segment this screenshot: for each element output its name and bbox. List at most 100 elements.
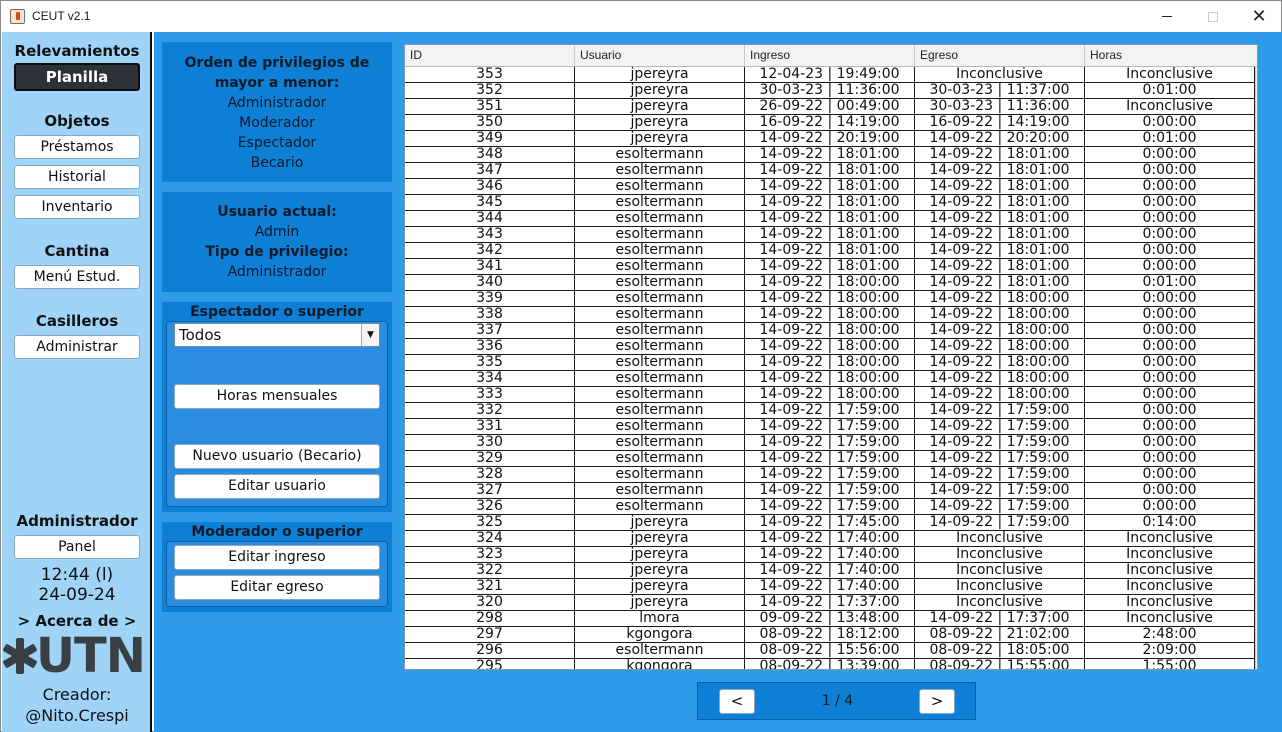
table-cell[interactable]: 0:01:00 xyxy=(1085,131,1255,146)
table-cell[interactable]: 14-09-22 | 17:59:00 xyxy=(915,499,1085,514)
table-cell[interactable]: 14-09-22 | 18:00:00 xyxy=(745,387,915,402)
table-row[interactable]: 344 esoltermann 14-09-22 | 18:01:00 14-09-2… xyxy=(405,211,1255,227)
table-cell[interactable]: 338 xyxy=(405,307,575,322)
table-row[interactable]: 337 esoltermann 14-09-22 | 18:00:00 14-09-2… xyxy=(405,323,1255,339)
table-cell[interactable]: 16-09-22 | 14:19:00 xyxy=(745,115,915,130)
table-cell[interactable]: 347 xyxy=(405,163,575,178)
table-cell[interactable]: Inconclusive xyxy=(915,531,1085,546)
table-cell[interactable]: 349 xyxy=(405,131,575,146)
table-cell[interactable]: 321 xyxy=(405,579,575,594)
table-cell[interactable]: 14-09-22 | 18:00:00 xyxy=(745,291,915,306)
table-row[interactable]: 324 jpereyra 14-09-22 | 17:40:00 Inconclusi… xyxy=(405,531,1255,547)
table-cell[interactable]: esoltermann xyxy=(575,419,745,434)
table-cell[interactable]: Inconclusive xyxy=(1085,531,1255,546)
table-cell[interactable]: Inconclusive xyxy=(915,563,1085,578)
table-cell[interactable]: 333 xyxy=(405,387,575,402)
table-cell[interactable]: 0:00:00 xyxy=(1085,451,1255,466)
table-cell[interactable]: Inconclusive xyxy=(1085,579,1255,594)
table-cell[interactable]: 14-09-22 | 18:01:00 xyxy=(745,179,915,194)
table-cell[interactable]: 344 xyxy=(405,211,575,226)
table-cell[interactable]: 14-09-22 | 18:01:00 xyxy=(915,275,1085,290)
table-cell[interactable]: 09-09-22 | 13:48:00 xyxy=(745,611,915,626)
table-cell[interactable]: 14-09-22 | 20:19:00 xyxy=(745,131,915,146)
table-cell[interactable]: 0:00:00 xyxy=(1085,307,1255,322)
table-cell[interactable]: 327 xyxy=(405,483,575,498)
table-cell[interactable]: esoltermann xyxy=(575,387,745,402)
table-cell[interactable]: 0:00:00 xyxy=(1085,211,1255,226)
table-row[interactable]: 339 esoltermann 14-09-22 | 18:00:00 14-09-2… xyxy=(405,291,1255,307)
historial-button[interactable]: Historial xyxy=(14,165,140,189)
table-cell[interactable]: esoltermann xyxy=(575,243,745,258)
table-cell[interactable]: Inconclusive xyxy=(1085,547,1255,562)
table-row[interactable]: 329 esoltermann 14-09-22 | 17:59:00 14-09-2… xyxy=(405,451,1255,467)
table-cell[interactable]: 337 xyxy=(405,323,575,338)
table-row[interactable]: 350 jpereyra 16-09-22 | 14:19:00 16-09-22 |… xyxy=(405,115,1255,131)
column-header-ingreso[interactable]: Ingreso xyxy=(745,45,915,66)
column-header-horas[interactable]: Horas xyxy=(1085,45,1253,66)
table-cell[interactable]: 14-09-22 | 17:59:00 xyxy=(915,451,1085,466)
table-cell[interactable]: 14-09-22 | 17:59:00 xyxy=(745,419,915,434)
table-cell[interactable]: 298 xyxy=(405,611,575,626)
table-cell[interactable]: 14-09-22 | 18:01:00 xyxy=(745,227,915,242)
table-cell[interactable]: 14-09-22 | 17:59:00 xyxy=(915,467,1085,482)
table-row[interactable]: 346 esoltermann 14-09-22 | 18:01:00 14-09-2… xyxy=(405,179,1255,195)
table-cell[interactable]: 331 xyxy=(405,419,575,434)
new-user-button[interactable]: Nuevo usuario (Becario) xyxy=(174,444,380,469)
table-row[interactable]: 342 esoltermann 14-09-22 | 18:01:00 14-09-2… xyxy=(405,243,1255,259)
table-row[interactable]: 353 jpereyra 12-04-23 | 19:49:00 Inconclusi… xyxy=(405,67,1255,83)
table-row[interactable]: 323 jpereyra 14-09-22 | 17:40:00 Inconclusi… xyxy=(405,547,1255,563)
table-cell[interactable]: 335 xyxy=(405,355,575,370)
table-cell[interactable]: 14-09-22 | 18:01:00 xyxy=(915,227,1085,242)
table-cell[interactable]: 14-09-22 | 17:59:00 xyxy=(745,435,915,450)
table-cell[interactable]: 14-09-22 | 18:01:00 xyxy=(915,147,1085,162)
table-cell[interactable]: 334 xyxy=(405,371,575,386)
table-row[interactable]: 325 jpereyra 14-09-22 | 17:45:00 14-09-22 |… xyxy=(405,515,1255,531)
table-cell[interactable]: lmora xyxy=(575,611,745,626)
table-cell[interactable]: 0:00:00 xyxy=(1085,419,1255,434)
table-cell[interactable]: 14-09-22 | 17:45:00 xyxy=(745,515,915,530)
table-cell[interactable]: esoltermann xyxy=(575,643,745,658)
table-cell[interactable]: 14-09-22 | 18:00:00 xyxy=(915,291,1085,306)
table-cell[interactable]: Inconclusive xyxy=(915,67,1085,82)
table-cell[interactable]: Inconclusive xyxy=(1085,67,1255,82)
table-cell[interactable]: jpereyra xyxy=(575,99,745,114)
table-cell[interactable]: esoltermann xyxy=(575,163,745,178)
inventario-button[interactable]: Inventario xyxy=(14,195,140,219)
minimize-button[interactable] xyxy=(1144,1,1190,32)
table-cell[interactable]: 346 xyxy=(405,179,575,194)
table-cell[interactable]: 14-09-22 | 18:01:00 xyxy=(915,259,1085,274)
table-row[interactable]: 338 esoltermann 14-09-22 | 18:00:00 14-09-2… xyxy=(405,307,1255,323)
table-cell[interactable]: 14-09-22 | 18:00:00 xyxy=(745,307,915,322)
table-row[interactable]: 336 esoltermann 14-09-22 | 18:00:00 14-09-2… xyxy=(405,339,1255,355)
table-cell[interactable]: 297 xyxy=(405,627,575,642)
edit-user-button[interactable]: Editar usuario xyxy=(174,474,380,499)
table-cell[interactable]: 340 xyxy=(405,275,575,290)
table-cell[interactable]: 336 xyxy=(405,339,575,354)
table-cell[interactable]: 14-09-22 | 18:01:00 xyxy=(745,243,915,258)
table-row[interactable]: 331 esoltermann 14-09-22 | 17:59:00 14-09-2… xyxy=(405,419,1255,435)
table-cell[interactable]: 328 xyxy=(405,467,575,482)
table-cell[interactable]: esoltermann xyxy=(575,147,745,162)
table-cell[interactable]: 14-09-22 | 18:01:00 xyxy=(915,243,1085,258)
column-header-id[interactable]: ID xyxy=(405,45,575,66)
table-cell[interactable]: 30-03-23 | 11:36:00 xyxy=(745,83,915,98)
table-cell[interactable]: 14-09-22 | 18:01:00 xyxy=(745,259,915,274)
table-cell[interactable]: 0:14:00 xyxy=(1085,515,1255,530)
table-cell[interactable]: esoltermann xyxy=(575,195,745,210)
table-cell[interactable]: 14-09-22 | 18:01:00 xyxy=(915,195,1085,210)
table-cell[interactable]: 341 xyxy=(405,259,575,274)
table-cell[interactable]: esoltermann xyxy=(575,179,745,194)
table-cell[interactable]: 14-09-22 | 18:00:00 xyxy=(915,371,1085,386)
table-cell[interactable]: esoltermann xyxy=(575,451,745,466)
table-cell[interactable]: 332 xyxy=(405,403,575,418)
table-cell[interactable]: esoltermann xyxy=(575,483,745,498)
table-row[interactable]: 352 jpereyra 30-03-23 | 11:36:00 30-03-23 |… xyxy=(405,83,1255,99)
table-row[interactable]: 341 esoltermann 14-09-22 | 18:01:00 14-09-2… xyxy=(405,259,1255,275)
table-row[interactable]: 296 esoltermann 08-09-22 | 15:56:00 08-09-2… xyxy=(405,643,1255,659)
table-cell[interactable]: 08-09-22 | 21:02:00 xyxy=(915,627,1085,642)
table-row[interactable]: 333 esoltermann 14-09-22 | 18:00:00 14-09-2… xyxy=(405,387,1255,403)
table-cell[interactable]: 14-09-22 | 17:59:00 xyxy=(745,467,915,482)
table-cell[interactable]: 14-09-22 | 17:59:00 xyxy=(745,451,915,466)
table-cell[interactable]: 324 xyxy=(405,531,575,546)
table-cell[interactable]: 343 xyxy=(405,227,575,242)
